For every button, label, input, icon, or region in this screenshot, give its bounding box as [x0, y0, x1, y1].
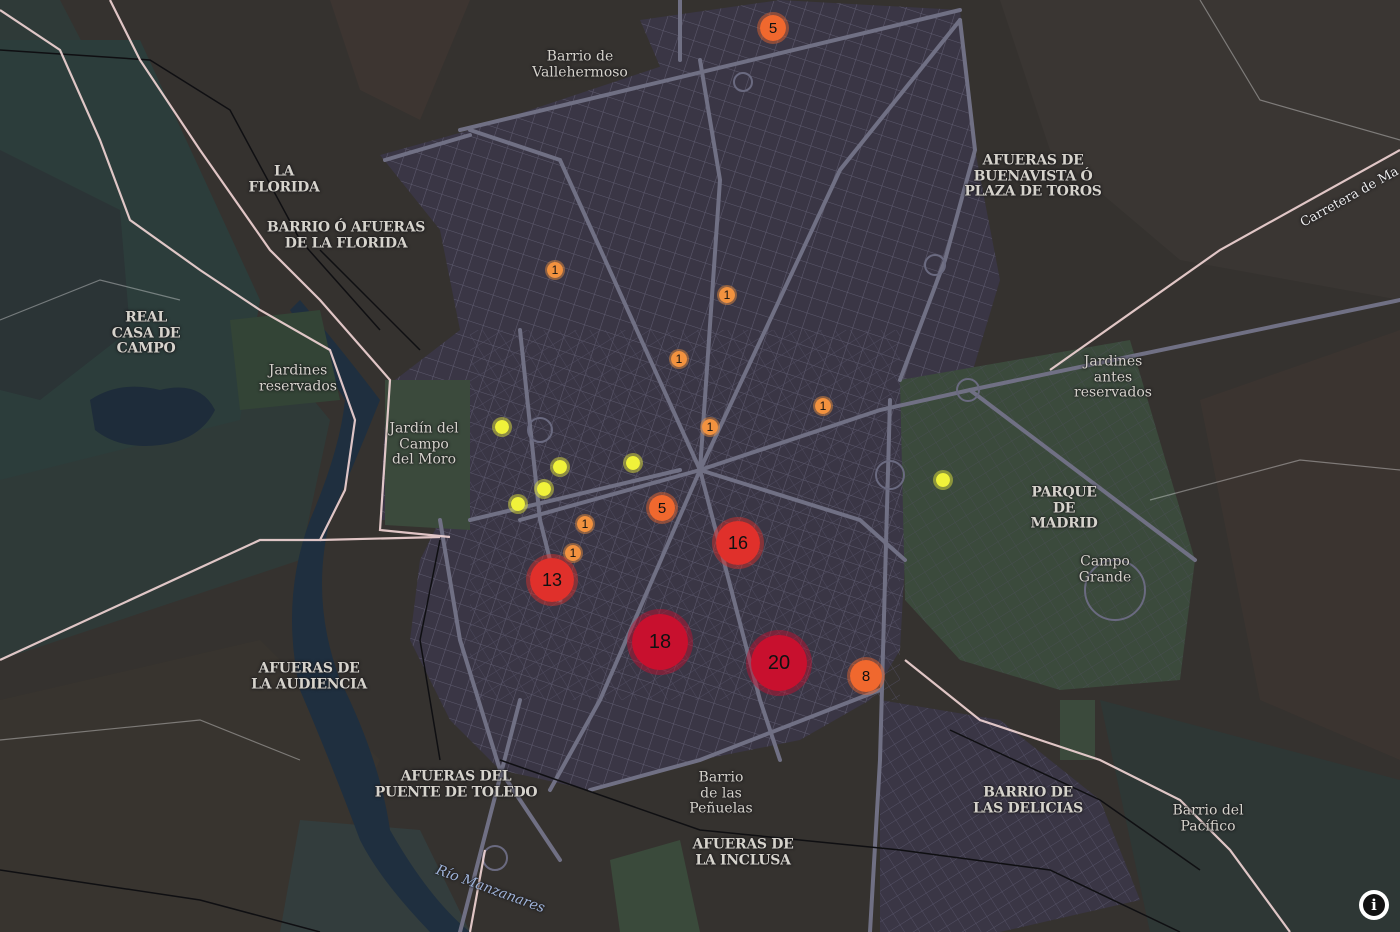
- point-marker[interactable]: [933, 470, 953, 490]
- point-marker[interactable]: [550, 457, 570, 477]
- info-icon: i: [1363, 894, 1385, 916]
- cluster-marker[interactable]: 1: [575, 514, 595, 534]
- cluster-marker[interactable]: 1: [545, 260, 565, 280]
- map-basemap: [0, 0, 1400, 932]
- cluster-marker[interactable]: 1: [700, 417, 720, 437]
- cluster-marker[interactable]: 1: [717, 285, 737, 305]
- point-marker[interactable]: [623, 453, 643, 473]
- point-marker[interactable]: [534, 479, 554, 499]
- cluster-marker[interactable]: 8: [847, 657, 885, 695]
- map-view[interactable]: Barrio de Vallehermoso LA FLORIDA BARRIO…: [0, 0, 1400, 932]
- cluster-marker[interactable]: 18: [627, 609, 693, 675]
- cluster-marker[interactable]: 1: [813, 396, 833, 416]
- cluster-marker[interactable]: 5: [646, 492, 678, 524]
- point-marker[interactable]: [492, 417, 512, 437]
- cluster-marker[interactable]: 16: [712, 517, 764, 569]
- info-button[interactable]: i: [1359, 890, 1389, 920]
- cluster-marker[interactable]: 20: [746, 630, 812, 696]
- cluster-marker[interactable]: 1: [669, 349, 689, 369]
- cluster-marker[interactable]: 5: [757, 12, 789, 44]
- cluster-marker[interactable]: 13: [526, 554, 578, 606]
- point-marker[interactable]: [508, 494, 528, 514]
